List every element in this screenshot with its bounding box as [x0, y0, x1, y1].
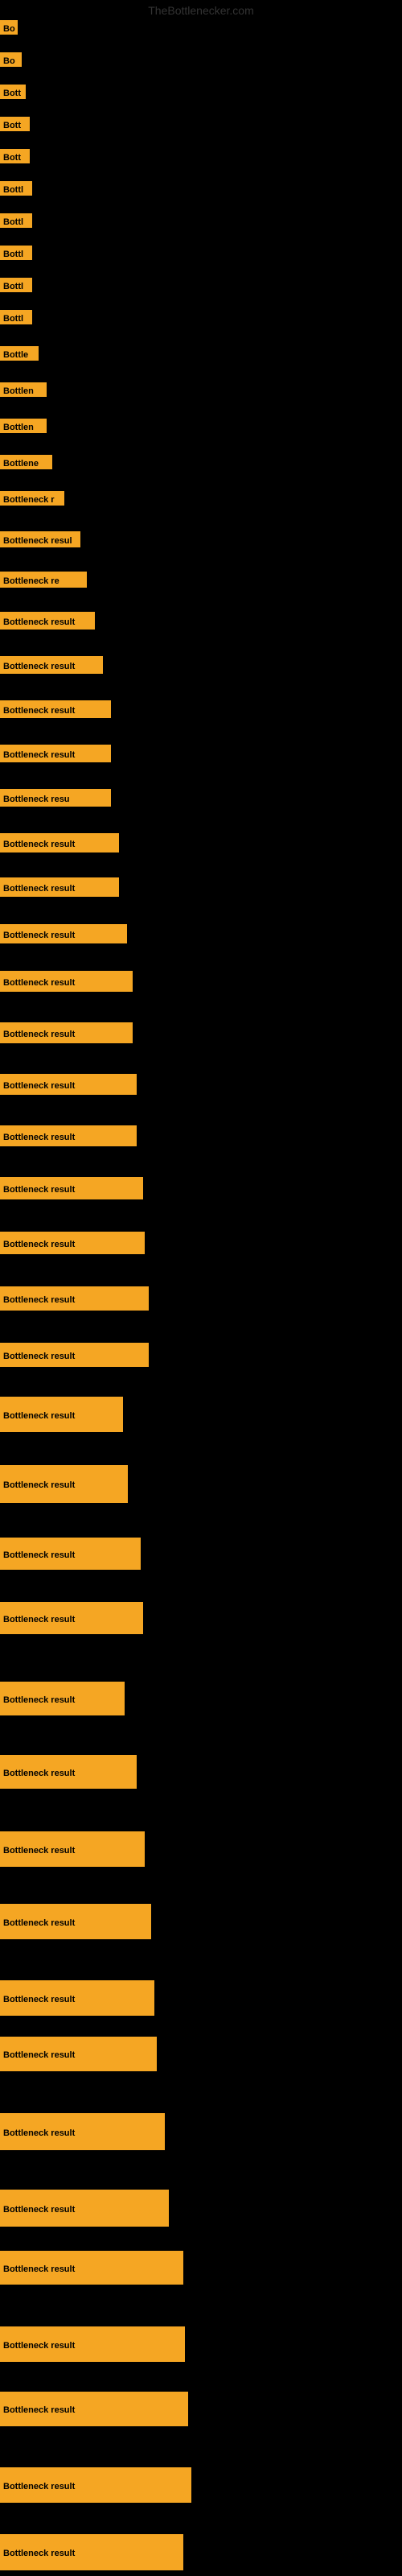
bottleneck-item: Bottleneck result — [0, 1904, 151, 1939]
bottleneck-item: Bottl — [0, 310, 32, 324]
bottleneck-item: Bottleneck result — [0, 1177, 143, 1199]
bottleneck-item: Bottleneck result — [0, 612, 95, 630]
bottleneck-item: Bottleneck result — [0, 924, 127, 943]
bottleneck-item: Bottle — [0, 346, 39, 361]
bottleneck-item: Bott — [0, 117, 30, 131]
bottleneck-item: Bo — [0, 20, 18, 35]
bottleneck-item: Bottleneck result — [0, 1022, 133, 1043]
bottleneck-item: Bottleneck result — [0, 1286, 149, 1311]
bottleneck-item: Bottl — [0, 246, 32, 260]
bottleneck-item: Bottleneck result — [0, 2467, 191, 2503]
bottleneck-item: Bottleneck result — [0, 1397, 123, 1432]
bottleneck-item: Bottleneck re — [0, 572, 87, 588]
bottleneck-item: Bottleneck result — [0, 656, 103, 674]
bottleneck-item: Bottleneck result — [0, 2037, 157, 2071]
bottleneck-item: Bottleneck result — [0, 2113, 165, 2150]
bottleneck-item: Bottlen — [0, 419, 47, 433]
bottleneck-item: Bottleneck result — [0, 1125, 137, 1146]
bottleneck-item: Bott — [0, 85, 26, 99]
bottleneck-item: Bottleneck result — [0, 1232, 145, 1254]
bottleneck-item: Bottleneck result — [0, 2326, 185, 2362]
bottleneck-item: Bo — [0, 52, 22, 67]
bottleneck-item: Bottlene — [0, 455, 52, 469]
bottleneck-item: Bottleneck result — [0, 2534, 183, 2570]
bottleneck-item: Bottleneck result — [0, 1682, 125, 1715]
bottleneck-item: Bottleneck result — [0, 2251, 183, 2285]
bottleneck-item: Bottleneck result — [0, 1074, 137, 1095]
bottleneck-item: Bottleneck result — [0, 877, 119, 897]
bottleneck-item: Bottl — [0, 278, 32, 292]
bottleneck-item: Bottleneck result — [0, 1465, 128, 1503]
bottleneck-item: Bottl — [0, 181, 32, 196]
bottleneck-item: Bottleneck result — [0, 2392, 188, 2426]
bottleneck-item: Bottleneck result — [0, 1538, 141, 1570]
bottleneck-item: Bottleneck result — [0, 1755, 137, 1789]
bottleneck-item: Bottleneck result — [0, 700, 111, 718]
bottleneck-item: Bottleneck result — [0, 2190, 169, 2227]
site-title: TheBottlenecker.com — [148, 4, 254, 17]
bottleneck-item: Bottleneck result — [0, 1602, 143, 1634]
bottleneck-item: Bott — [0, 149, 30, 163]
bottleneck-item: Bottleneck result — [0, 1980, 154, 2016]
bottleneck-item: Bottleneck r — [0, 491, 64, 506]
bottleneck-item: Bottleneck result — [0, 971, 133, 992]
bottleneck-item: Bottleneck result — [0, 833, 119, 852]
bottleneck-item: Bottleneck resu — [0, 789, 111, 807]
bottleneck-item: Bottl — [0, 213, 32, 228]
bottleneck-item: Bottleneck result — [0, 1343, 149, 1367]
bottleneck-item: Bottlen — [0, 382, 47, 397]
bottleneck-item: Bottleneck resul — [0, 531, 80, 547]
bottleneck-item: Bottleneck result — [0, 745, 111, 762]
bottleneck-item: Bottleneck result — [0, 1831, 145, 1867]
